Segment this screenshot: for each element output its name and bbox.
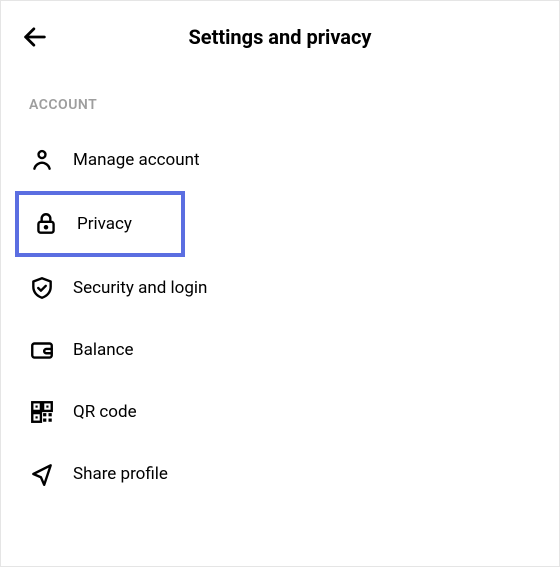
page-title: Settings and privacy (21, 25, 539, 49)
wallet-icon (29, 337, 55, 363)
shield-icon (29, 275, 55, 301)
list-item-label: QR code (73, 402, 137, 422)
list-item-privacy[interactable]: Privacy (19, 195, 181, 253)
list-item-share-profile[interactable]: Share profile (1, 443, 559, 505)
list-item-label: Security and login (73, 278, 207, 298)
list-item-qr-code[interactable]: QR code (1, 381, 559, 443)
arrow-left-icon (21, 23, 49, 55)
list-item-manage-account[interactable]: Manage account (1, 129, 559, 191)
section-label-account: ACCOUNT (1, 65, 559, 121)
settings-list: Manage account Privacy Security and logi… (1, 121, 559, 513)
person-icon (29, 147, 55, 173)
list-item-label: Manage account (73, 150, 200, 170)
list-item-balance[interactable]: Balance (1, 319, 559, 381)
list-item-label: Balance (73, 340, 134, 360)
list-item-label: Share profile (73, 464, 168, 484)
list-item-security[interactable]: Security and login (1, 257, 559, 319)
highlight-privacy: Privacy (15, 191, 185, 257)
header: Settings and privacy (1, 1, 559, 65)
qr-code-icon (29, 399, 55, 425)
list-item-label: Privacy (77, 214, 132, 234)
share-icon (29, 461, 55, 487)
back-button[interactable] (21, 23, 49, 55)
lock-icon (33, 211, 59, 237)
